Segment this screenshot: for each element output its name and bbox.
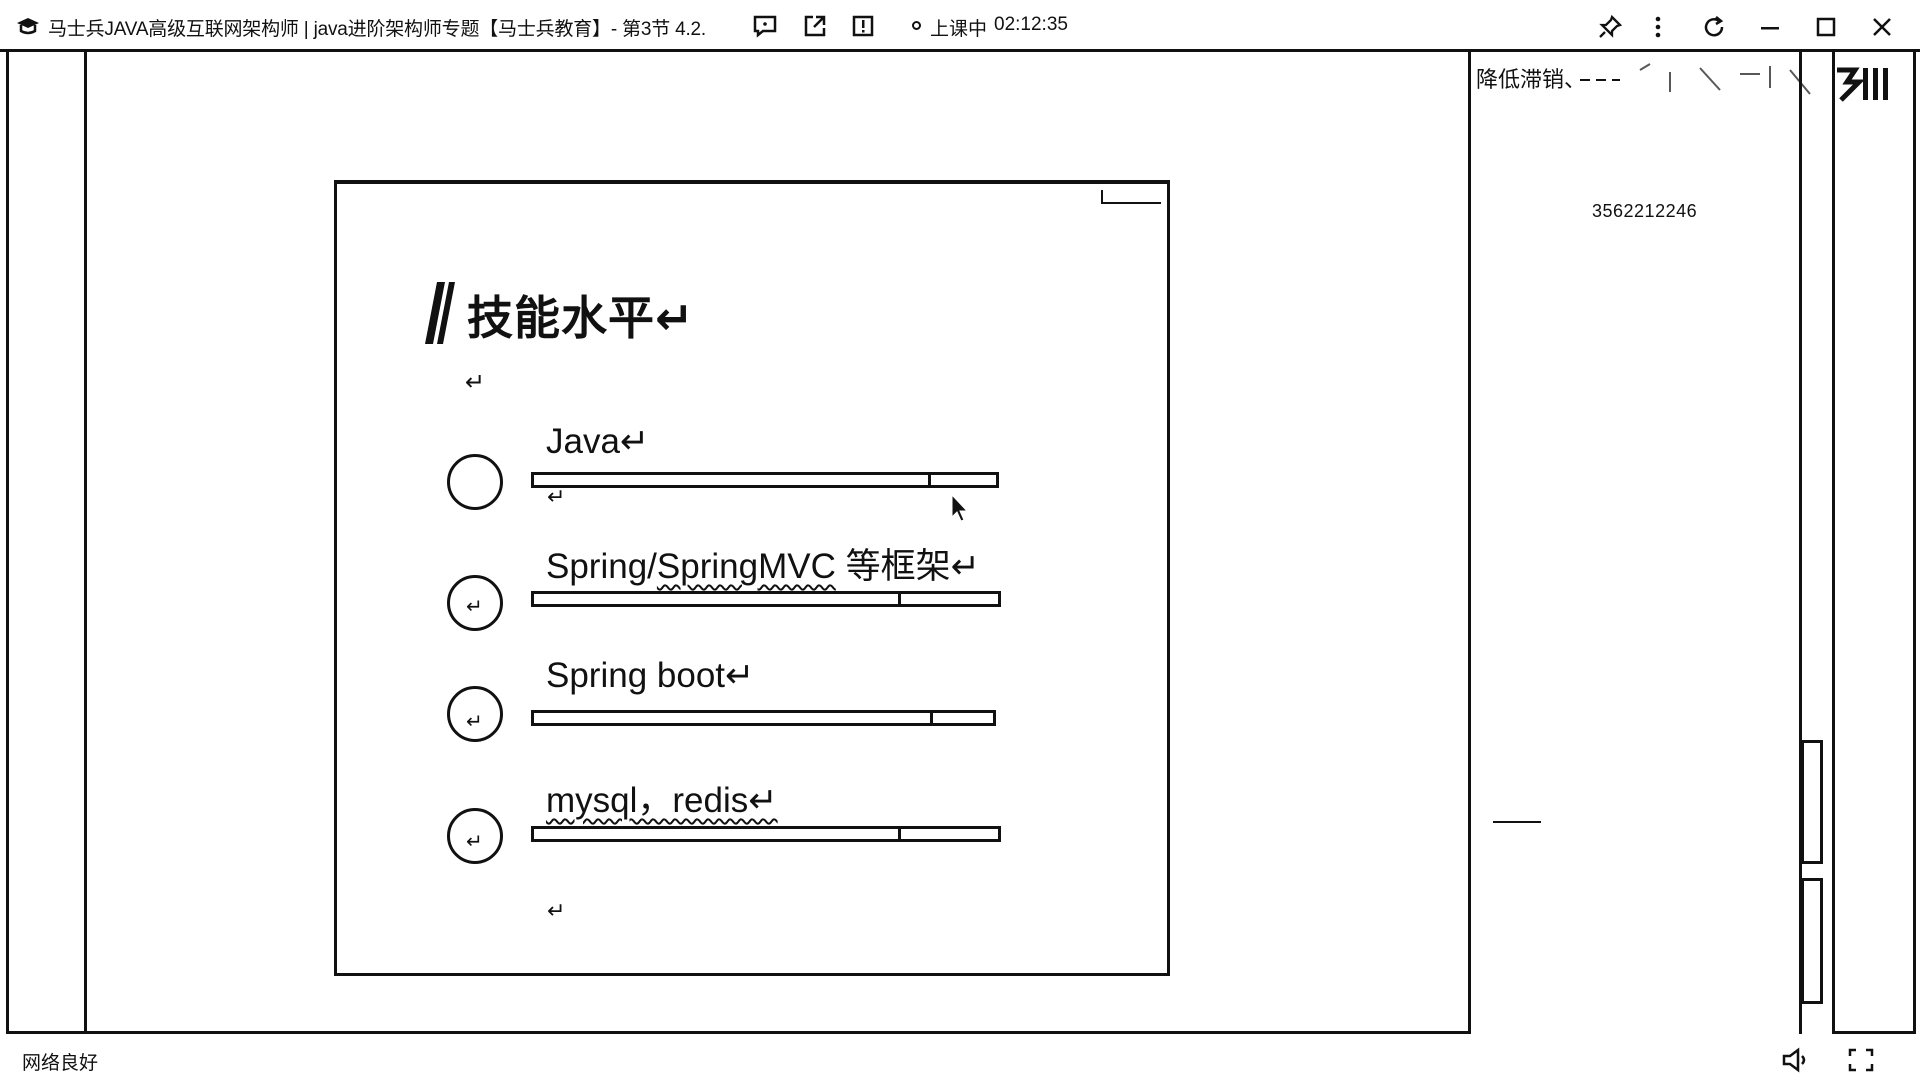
mouse-cursor-icon — [951, 493, 969, 522]
brand-logo-icon — [1837, 67, 1888, 102]
divider — [1493, 821, 1541, 823]
presentation-slide: 技能水平↵ ↵ Java↵ ↵ ↵ Spring/SpringMVC 等框架↵ … — [334, 180, 1170, 976]
title-bar: 马士兵JAVA高级互联网架构师 | java进阶架构师专题【马士兵教育】- 第3… — [0, 0, 1920, 52]
skill-icon — [447, 454, 503, 510]
skill-bar — [531, 591, 1001, 607]
chat-message-text: 降低滞销、 — [1476, 67, 1587, 92]
slide-corner-mark — [1101, 190, 1161, 204]
skill-label: Spring boot↵ — [546, 656, 755, 695]
pin-icon[interactable] — [1592, 10, 1628, 44]
spellcheck-underline: SpringMVC — [656, 547, 836, 586]
skill-icon: ↵ — [447, 808, 503, 864]
more-icon[interactable] — [1640, 10, 1676, 44]
graduation-cap-icon — [17, 18, 39, 35]
comment-icon[interactable] — [752, 13, 778, 39]
skill-bar — [531, 472, 999, 488]
window-title: 马士兵JAVA高级互联网架构师 | java进阶架构师专题【马士兵教育】- 第3… — [48, 19, 706, 40]
popout-icon[interactable] — [802, 13, 828, 39]
divider — [84, 52, 87, 1034]
live-time: 02:12:35 — [994, 14, 1068, 35]
skill-label: Java↵ — [546, 422, 650, 461]
paragraph-mark: ↵ — [466, 711, 483, 733]
skill-bar-fill — [534, 594, 901, 604]
skill-bar-fill — [534, 713, 934, 723]
skill-label-text: mysql，redis↵ — [546, 781, 778, 820]
minimize-icon[interactable] — [1752, 10, 1788, 44]
live-status: 上课中 — [930, 19, 988, 40]
user-id: 3562212246 — [1592, 201, 1698, 221]
volume-icon[interactable] — [1780, 1046, 1810, 1074]
live-dot-icon — [912, 21, 921, 30]
paragraph-mark: ↵ — [466, 831, 483, 853]
chat-noise — [1580, 63, 1811, 95]
paragraph-mark: ↵ — [465, 369, 486, 396]
skill-icon: ↵ — [447, 575, 503, 631]
skill-label: mysql，redis↵ — [546, 772, 778, 823]
close-icon[interactable] — [1864, 10, 1900, 44]
skill-label-text: Spring/SpringMVC 等框架↵ — [546, 547, 980, 586]
scrollbar-thumb[interactable] — [1801, 878, 1823, 1004]
skill-label: Spring/SpringMVC 等框架↵ — [546, 538, 980, 589]
skill-bar-fill — [534, 829, 901, 839]
scrollbar-thumb[interactable] — [1801, 740, 1823, 864]
refresh-icon[interactable] — [1696, 10, 1732, 44]
info-icon[interactable] — [850, 13, 876, 39]
title-bar-icon — [425, 282, 455, 344]
skill-bar-fill — [534, 475, 932, 485]
skill-bar — [531, 710, 996, 726]
paragraph-mark: ↵ — [547, 484, 566, 509]
paragraph-mark: ↵ — [547, 898, 566, 923]
maximize-icon[interactable] — [1808, 10, 1844, 44]
skill-icon: ↵ — [447, 686, 503, 742]
skill-bar — [531, 826, 1001, 842]
paragraph-mark: ↵ — [466, 596, 483, 618]
side-panel — [1832, 52, 1916, 1034]
slide-title: 技能水平↵ — [467, 292, 695, 344]
fullscreen-icon[interactable] — [1846, 1046, 1876, 1074]
network-status: 网络良好 — [22, 1053, 99, 1074]
